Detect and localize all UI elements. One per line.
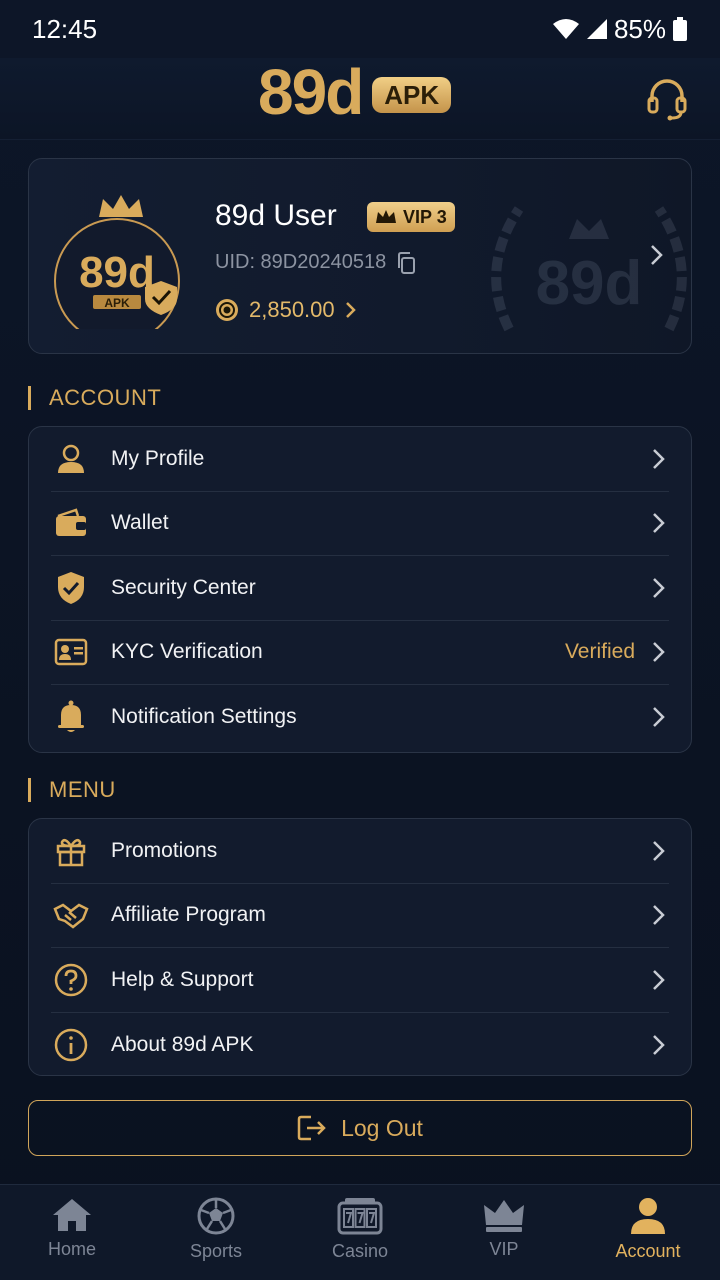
chevron-right-icon: [651, 245, 663, 265]
item-label: Help & Support: [111, 967, 254, 991]
item-label: About 89d APK: [111, 1032, 254, 1056]
gift-icon: [51, 831, 91, 871]
customer-support-button[interactable]: [644, 76, 690, 122]
nav-sports[interactable]: Sports: [144, 1185, 288, 1280]
app-logo: 89d APK: [258, 56, 452, 128]
home-icon: [53, 1199, 91, 1231]
item-label: Notification Settings: [111, 705, 297, 729]
status-time: 12:45: [32, 13, 98, 44]
chevron-right-icon: [653, 642, 665, 663]
question-icon: [51, 960, 91, 1000]
logo-text: 89d: [258, 56, 364, 128]
wifi-icon: [552, 19, 579, 39]
list-item-affiliate-program[interactable]: Affiliate Program: [51, 884, 669, 948]
balance[interactable]: 2,850.00: [215, 297, 357, 323]
list-item-my-profile[interactable]: My Profile: [51, 427, 669, 492]
kyc-status-value: Verified: [564, 640, 635, 664]
chevron-right-icon: [653, 840, 665, 861]
svg-text:89d: 89d: [536, 249, 643, 318]
account-icon: [631, 1198, 665, 1234]
user-name: 89d User: [215, 199, 337, 232]
user-icon: [51, 439, 91, 479]
chevron-right-icon: [653, 905, 665, 926]
item-label: Security Center: [111, 575, 256, 599]
chevron-right-icon: [653, 513, 665, 534]
logo-badge: APK: [372, 77, 452, 113]
copy-icon[interactable]: [396, 251, 416, 274]
chevron-right-icon: [345, 302, 356, 318]
coin-icon: [216, 299, 238, 321]
chevron-right-icon: [653, 707, 665, 728]
chevron-right-icon: [653, 969, 665, 990]
avatar[interactable]: 89d APK: [53, 177, 183, 329]
handshake-icon: [51, 895, 91, 935]
bell-icon: [51, 697, 91, 737]
nav-label: VIP: [489, 1239, 519, 1259]
status-icons: 85%: [552, 14, 688, 45]
account-list: My Profile Wallet Security Center KYC Ve…: [28, 426, 692, 753]
logout-label: Log Out: [341, 1114, 423, 1141]
profile-card[interactable]: 89d 89d APK 89d User VIP 3 UID: 89D20240…: [28, 158, 692, 354]
list-item-kyc-verification[interactable]: KYC Verification Verified: [51, 621, 669, 685]
wallet-icon: [51, 503, 91, 543]
section-title-account: ACCOUNT: [28, 386, 161, 410]
nav-label: Casino: [331, 1241, 389, 1261]
vip-badge[interactable]: VIP 3: [367, 202, 455, 232]
list-item-help-support[interactable]: Help & Support: [51, 948, 669, 1013]
list-item-wallet[interactable]: Wallet: [51, 492, 669, 556]
section-title-menu: MENU: [28, 778, 116, 802]
list-item-security-center[interactable]: Security Center: [51, 556, 669, 621]
crown-icon: [376, 210, 396, 223]
signal-icon: [586, 19, 607, 39]
user-uid: UID: 89D20240518: [215, 251, 416, 274]
menu-list: Promotions Affiliate Program Help & Supp…: [28, 818, 692, 1076]
id-card-icon: [51, 632, 91, 672]
item-label: KYC Verification: [111, 640, 263, 664]
list-item-promotions[interactable]: Promotions: [51, 819, 669, 884]
battery-icon: [673, 17, 687, 41]
battery-level: 85%: [613, 13, 666, 44]
app-header: 89d APK: [0, 58, 720, 140]
headset-icon: [647, 79, 687, 121]
list-item-about[interactable]: About 89d APK: [51, 1013, 669, 1078]
list-item-notification-settings[interactable]: Notification Settings: [51, 685, 669, 750]
nav-label: Account: [615, 1241, 681, 1261]
soccer-ball-icon: [197, 1197, 235, 1235]
item-label: My Profile: [111, 446, 205, 470]
chevron-right-icon: [653, 577, 665, 598]
logout-icon: [297, 1115, 326, 1141]
info-icon: [51, 1025, 91, 1065]
nav-casino[interactable]: Casino: [288, 1185, 432, 1280]
status-bar: 12:45 85%: [0, 0, 720, 58]
slot-machine-icon: [337, 1198, 383, 1235]
chevron-right-icon: [653, 1034, 665, 1055]
bottom-navigation: Home Sports Casino VIP Account: [0, 1184, 720, 1280]
vip-level: VIP 3: [403, 206, 447, 227]
nav-home[interactable]: Home: [0, 1185, 144, 1280]
balance-amount: 2,850.00: [249, 297, 335, 322]
avatar-logo-sub: APK: [104, 296, 130, 310]
nav-account[interactable]: Account: [576, 1185, 720, 1280]
shield-check-icon: [51, 568, 91, 608]
item-label: Promotions: [111, 838, 218, 862]
uid-text: UID: 89D20240518: [215, 251, 387, 273]
item-label: Affiliate Program: [111, 903, 266, 927]
chevron-right-icon: [653, 448, 665, 469]
nav-label: Sports: [189, 1241, 243, 1261]
item-label: Wallet: [111, 511, 169, 535]
crown-icon: [484, 1200, 524, 1232]
nav-vip[interactable]: VIP: [432, 1185, 576, 1280]
logout-button[interactable]: Log Out: [28, 1100, 692, 1156]
avatar-logo-text: 89d: [79, 248, 155, 297]
nav-label: Home: [47, 1239, 96, 1259]
